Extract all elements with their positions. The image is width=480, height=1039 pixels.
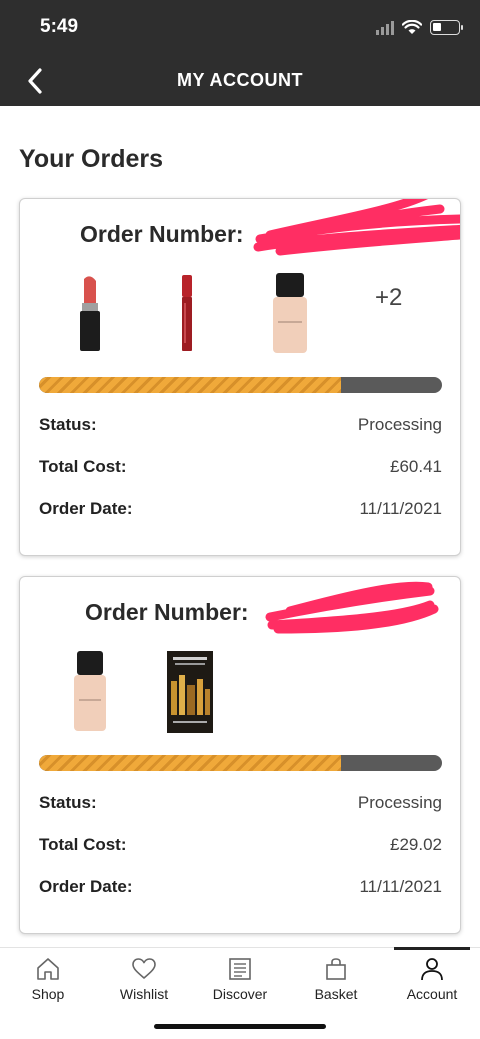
home-icon (37, 958, 59, 980)
total-cost-value: £60.41 (390, 457, 442, 476)
redaction-scribble (265, 581, 439, 634)
order-card[interactable]: Order Number: Status: Processing Total C… (19, 576, 461, 934)
order-date-value: 11/11/2021 (359, 499, 442, 518)
tab-label: Wishlist (119, 986, 169, 1002)
lipstick-product-image[interactable] (75, 273, 105, 353)
status-label: Status: (39, 793, 97, 812)
page-title: MY ACCOUNT (177, 70, 303, 90)
wifi-icon (402, 20, 422, 34)
order-date-label: Order Date: (39, 499, 133, 518)
tab-basket[interactable]: Basket (302, 948, 370, 1008)
status-icons (376, 20, 463, 35)
lip-gloss-product-image[interactable] (178, 273, 196, 353)
tab-discover[interactable]: Discover (202, 948, 278, 1008)
section-title: Your Orders (19, 145, 164, 173)
total-cost-value: £29.02 (390, 835, 442, 854)
total-cost-label: Total Cost: (39, 457, 127, 476)
tab-shop[interactable]: Shop (18, 948, 78, 1008)
tab-wishlist[interactable]: Wishlist (106, 948, 182, 1008)
order-card[interactable]: Order Number: +2 Status: Processing Tota… (19, 198, 461, 556)
top-app-bar: 5:49 MY ACCOUNT (0, 0, 480, 106)
heart-icon (132, 958, 156, 979)
order-date-row: Order Date: 11/11/2021 (39, 877, 442, 897)
tab-label: Shop (31, 986, 65, 1002)
order-date-label: Order Date: (39, 877, 133, 896)
tab-account[interactable]: Account (396, 948, 468, 1008)
order-date-row: Order Date: 11/11/2021 (39, 499, 442, 519)
order-date-value: 11/11/2021 (359, 877, 442, 896)
foundation-product-image[interactable] (72, 651, 108, 733)
foundation-product-image[interactable] (270, 273, 310, 355)
total-cost-row: Total Cost: £60.41 (39, 457, 442, 477)
total-cost-row: Total Cost: £29.02 (39, 835, 442, 855)
bag-icon (326, 958, 346, 980)
status-value: Processing (357, 793, 442, 812)
tab-label: Basket (314, 986, 358, 1002)
tab-label: Account (406, 986, 458, 1002)
cellular-signal-icon (376, 20, 394, 35)
status-time: 5:49 (40, 16, 79, 37)
tab-label: Discover (212, 986, 268, 1002)
order-progress-fill (39, 755, 342, 771)
redaction-scribble (253, 199, 460, 256)
user-icon (421, 958, 443, 981)
home-indicator (154, 1024, 326, 1029)
order-progress-fill (39, 377, 342, 393)
total-cost-label: Total Cost: (39, 835, 127, 854)
status-label: Status: (39, 415, 97, 434)
battery-icon (430, 20, 463, 35)
more-products-count[interactable]: +2 (375, 284, 402, 312)
order-progress-bar (39, 755, 442, 771)
status-value: Processing (357, 415, 442, 434)
status-row: Status: Processing (39, 415, 442, 435)
booklet-product-image[interactable] (167, 651, 213, 733)
newspaper-icon (229, 958, 251, 980)
product-thumbnails (20, 651, 460, 739)
order-progress-bar (39, 377, 442, 393)
status-row: Status: Processing (39, 793, 442, 813)
